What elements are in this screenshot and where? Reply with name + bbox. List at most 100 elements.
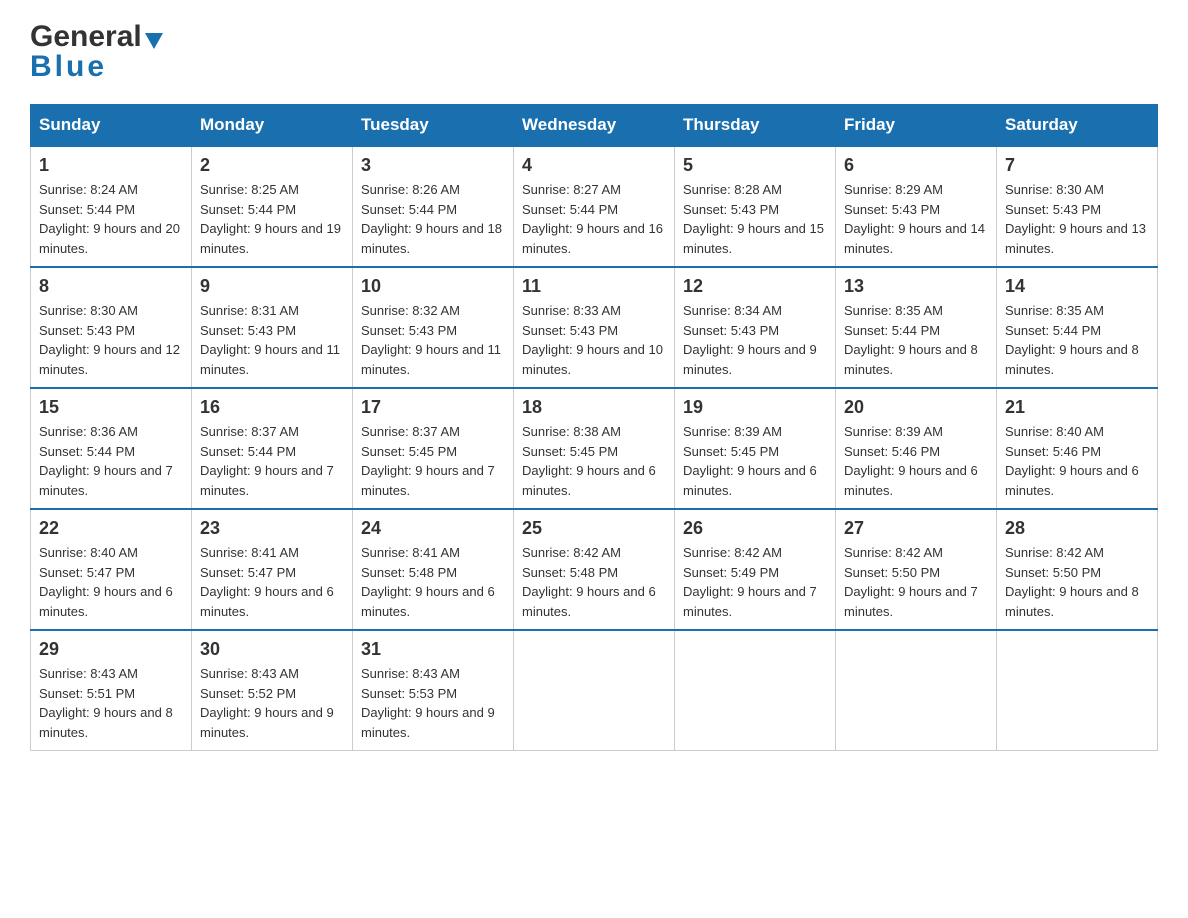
- day-number: 30: [200, 639, 344, 660]
- day-number: 2: [200, 155, 344, 176]
- day-cell: [997, 630, 1158, 751]
- day-info: Sunrise: 8:42 AMSunset: 5:49 PMDaylight:…: [683, 543, 827, 621]
- day-info: Sunrise: 8:27 AMSunset: 5:44 PMDaylight:…: [522, 180, 666, 258]
- day-info: Sunrise: 8:39 AMSunset: 5:45 PMDaylight:…: [683, 422, 827, 500]
- day-info: Sunrise: 8:41 AMSunset: 5:47 PMDaylight:…: [200, 543, 344, 621]
- day-cell: 8 Sunrise: 8:30 AMSunset: 5:43 PMDaylight…: [31, 267, 192, 388]
- week-row-4: 22Sunrise: 8:40 AMSunset: 5:47 PMDayligh…: [31, 509, 1158, 630]
- day-number: 7: [1005, 155, 1149, 176]
- day-number: 12: [683, 276, 827, 297]
- day-info: Sunrise: 8:28 AMSunset: 5:43 PMDaylight:…: [683, 180, 827, 258]
- day-cell: 13 Sunrise: 8:35 AMSunset: 5:44 PMDayligh…: [836, 267, 997, 388]
- day-cell: 19Sunrise: 8:39 AMSunset: 5:45 PMDayligh…: [675, 388, 836, 509]
- day-cell: [675, 630, 836, 751]
- day-info: Sunrise: 8:25 AMSunset: 5:44 PMDaylight:…: [200, 180, 344, 258]
- day-info: Sunrise: 8:42 AMSunset: 5:48 PMDaylight:…: [522, 543, 666, 621]
- day-number: 5: [683, 155, 827, 176]
- day-number: 8: [39, 276, 183, 297]
- day-cell: 24 Sunrise: 8:41 AMSunset: 5:48 PMDayligh…: [353, 509, 514, 630]
- day-number: 26: [683, 518, 827, 539]
- header-cell-tuesday: Tuesday: [353, 105, 514, 147]
- day-number: 11: [522, 276, 666, 297]
- day-cell: 21Sunrise: 8:40 AMSunset: 5:46 PMDayligh…: [997, 388, 1158, 509]
- logo-triangle-icon: [145, 33, 163, 49]
- day-number: 21: [1005, 397, 1149, 418]
- day-info: Sunrise: 8:37 AMSunset: 5:45 PMDaylight:…: [361, 422, 505, 500]
- day-cell: 30Sunrise: 8:43 AMSunset: 5:52 PMDayligh…: [192, 630, 353, 751]
- logo-general: General: [30, 20, 142, 54]
- day-info: Sunrise: 8:37 AMSunset: 5:44 PMDaylight:…: [200, 422, 344, 500]
- day-info: Sunrise: 8:42 AMSunset: 5:50 PMDaylight:…: [1005, 543, 1149, 621]
- day-cell: 26 Sunrise: 8:42 AMSunset: 5:49 PMDayligh…: [675, 509, 836, 630]
- day-cell: [514, 630, 675, 751]
- day-number: 9: [200, 276, 344, 297]
- day-info: Sunrise: 8:42 AMSunset: 5:50 PMDaylight:…: [844, 543, 988, 621]
- day-number: 14: [1005, 276, 1149, 297]
- day-cell: 12Sunrise: 8:34 AMSunset: 5:43 PMDayligh…: [675, 267, 836, 388]
- day-number: 6: [844, 155, 988, 176]
- week-row-3: 15 Sunrise: 8:36 AMSunset: 5:44 PMDayligh…: [31, 388, 1158, 509]
- day-number: 25: [522, 518, 666, 539]
- calendar-table: SundayMondayTuesdayWednesdayThursdayFrid…: [30, 104, 1158, 751]
- day-info: Sunrise: 8:24 AMSunset: 5:44 PMDaylight:…: [39, 180, 183, 258]
- week-row-1: 1 Sunrise: 8:24 AMSunset: 5:44 PMDaylight…: [31, 146, 1158, 267]
- day-number: 20: [844, 397, 988, 418]
- day-number: 1: [39, 155, 183, 176]
- day-info: Sunrise: 8:26 AMSunset: 5:44 PMDaylight:…: [361, 180, 505, 258]
- day-cell: 17 Sunrise: 8:37 AMSunset: 5:45 PMDayligh…: [353, 388, 514, 509]
- day-cell: 6 Sunrise: 8:29 AMSunset: 5:43 PMDaylight…: [836, 146, 997, 267]
- day-cell: 1 Sunrise: 8:24 AMSunset: 5:44 PMDaylight…: [31, 146, 192, 267]
- day-cell: [836, 630, 997, 751]
- day-info: Sunrise: 8:35 AMSunset: 5:44 PMDaylight:…: [844, 301, 988, 379]
- day-number: 16: [200, 397, 344, 418]
- day-cell: 4 Sunrise: 8:27 AMSunset: 5:44 PMDaylight…: [514, 146, 675, 267]
- day-cell: 20 Sunrise: 8:39 AMSunset: 5:46 PMDayligh…: [836, 388, 997, 509]
- day-info: Sunrise: 8:30 AMSunset: 5:43 PMDaylight:…: [39, 301, 183, 379]
- header-cell-friday: Friday: [836, 105, 997, 147]
- day-number: 24: [361, 518, 505, 539]
- day-info: Sunrise: 8:43 AMSunset: 5:53 PMDaylight:…: [361, 664, 505, 742]
- day-info: Sunrise: 8:29 AMSunset: 5:43 PMDaylight:…: [844, 180, 988, 258]
- day-cell: 9 Sunrise: 8:31 AMSunset: 5:43 PMDaylight…: [192, 267, 353, 388]
- header-cell-sunday: Sunday: [31, 105, 192, 147]
- day-cell: 29 Sunrise: 8:43 AMSunset: 5:51 PMDayligh…: [31, 630, 192, 751]
- header-row: SundayMondayTuesdayWednesdayThursdayFrid…: [31, 105, 1158, 147]
- header-cell-thursday: Thursday: [675, 105, 836, 147]
- day-info: Sunrise: 8:36 AMSunset: 5:44 PMDaylight:…: [39, 422, 183, 500]
- day-info: Sunrise: 8:33 AMSunset: 5:43 PMDaylight:…: [522, 301, 666, 379]
- day-number: 28: [1005, 518, 1149, 539]
- day-cell: 15 Sunrise: 8:36 AMSunset: 5:44 PMDayligh…: [31, 388, 192, 509]
- day-cell: 27 Sunrise: 8:42 AMSunset: 5:50 PMDayligh…: [836, 509, 997, 630]
- day-cell: 2 Sunrise: 8:25 AMSunset: 5:44 PMDaylight…: [192, 146, 353, 267]
- day-info: Sunrise: 8:35 AMSunset: 5:44 PMDaylight:…: [1005, 301, 1149, 379]
- day-number: 22: [39, 518, 183, 539]
- day-number: 15: [39, 397, 183, 418]
- day-cell: 25 Sunrise: 8:42 AMSunset: 5:48 PMDayligh…: [514, 509, 675, 630]
- header-cell-saturday: Saturday: [997, 105, 1158, 147]
- day-cell: 3 Sunrise: 8:26 AMSunset: 5:44 PMDaylight…: [353, 146, 514, 267]
- calendar-body: 1 Sunrise: 8:24 AMSunset: 5:44 PMDaylight…: [31, 146, 1158, 751]
- day-number: 3: [361, 155, 505, 176]
- day-number: 10: [361, 276, 505, 297]
- logo: General Blue: [30, 20, 163, 84]
- header-cell-monday: Monday: [192, 105, 353, 147]
- day-cell: 10Sunrise: 8:32 AMSunset: 5:43 PMDayligh…: [353, 267, 514, 388]
- logo-blue: Blue: [30, 50, 107, 84]
- day-number: 4: [522, 155, 666, 176]
- week-row-2: 8 Sunrise: 8:30 AMSunset: 5:43 PMDaylight…: [31, 267, 1158, 388]
- day-cell: 7Sunrise: 8:30 AMSunset: 5:43 PMDaylight…: [997, 146, 1158, 267]
- week-row-5: 29 Sunrise: 8:43 AMSunset: 5:51 PMDayligh…: [31, 630, 1158, 751]
- day-number: 13: [844, 276, 988, 297]
- day-cell: 23Sunrise: 8:41 AMSunset: 5:47 PMDayligh…: [192, 509, 353, 630]
- day-cell: 5 Sunrise: 8:28 AMSunset: 5:43 PMDaylight…: [675, 146, 836, 267]
- day-info: Sunrise: 8:39 AMSunset: 5:46 PMDaylight:…: [844, 422, 988, 500]
- day-number: 29: [39, 639, 183, 660]
- day-info: Sunrise: 8:31 AMSunset: 5:43 PMDaylight:…: [200, 301, 344, 379]
- day-cell: 18Sunrise: 8:38 AMSunset: 5:45 PMDayligh…: [514, 388, 675, 509]
- day-number: 18: [522, 397, 666, 418]
- day-info: Sunrise: 8:43 AMSunset: 5:51 PMDaylight:…: [39, 664, 183, 742]
- day-number: 17: [361, 397, 505, 418]
- day-cell: 16 Sunrise: 8:37 AMSunset: 5:44 PMDayligh…: [192, 388, 353, 509]
- day-info: Sunrise: 8:41 AMSunset: 5:48 PMDaylight:…: [361, 543, 505, 621]
- day-number: 27: [844, 518, 988, 539]
